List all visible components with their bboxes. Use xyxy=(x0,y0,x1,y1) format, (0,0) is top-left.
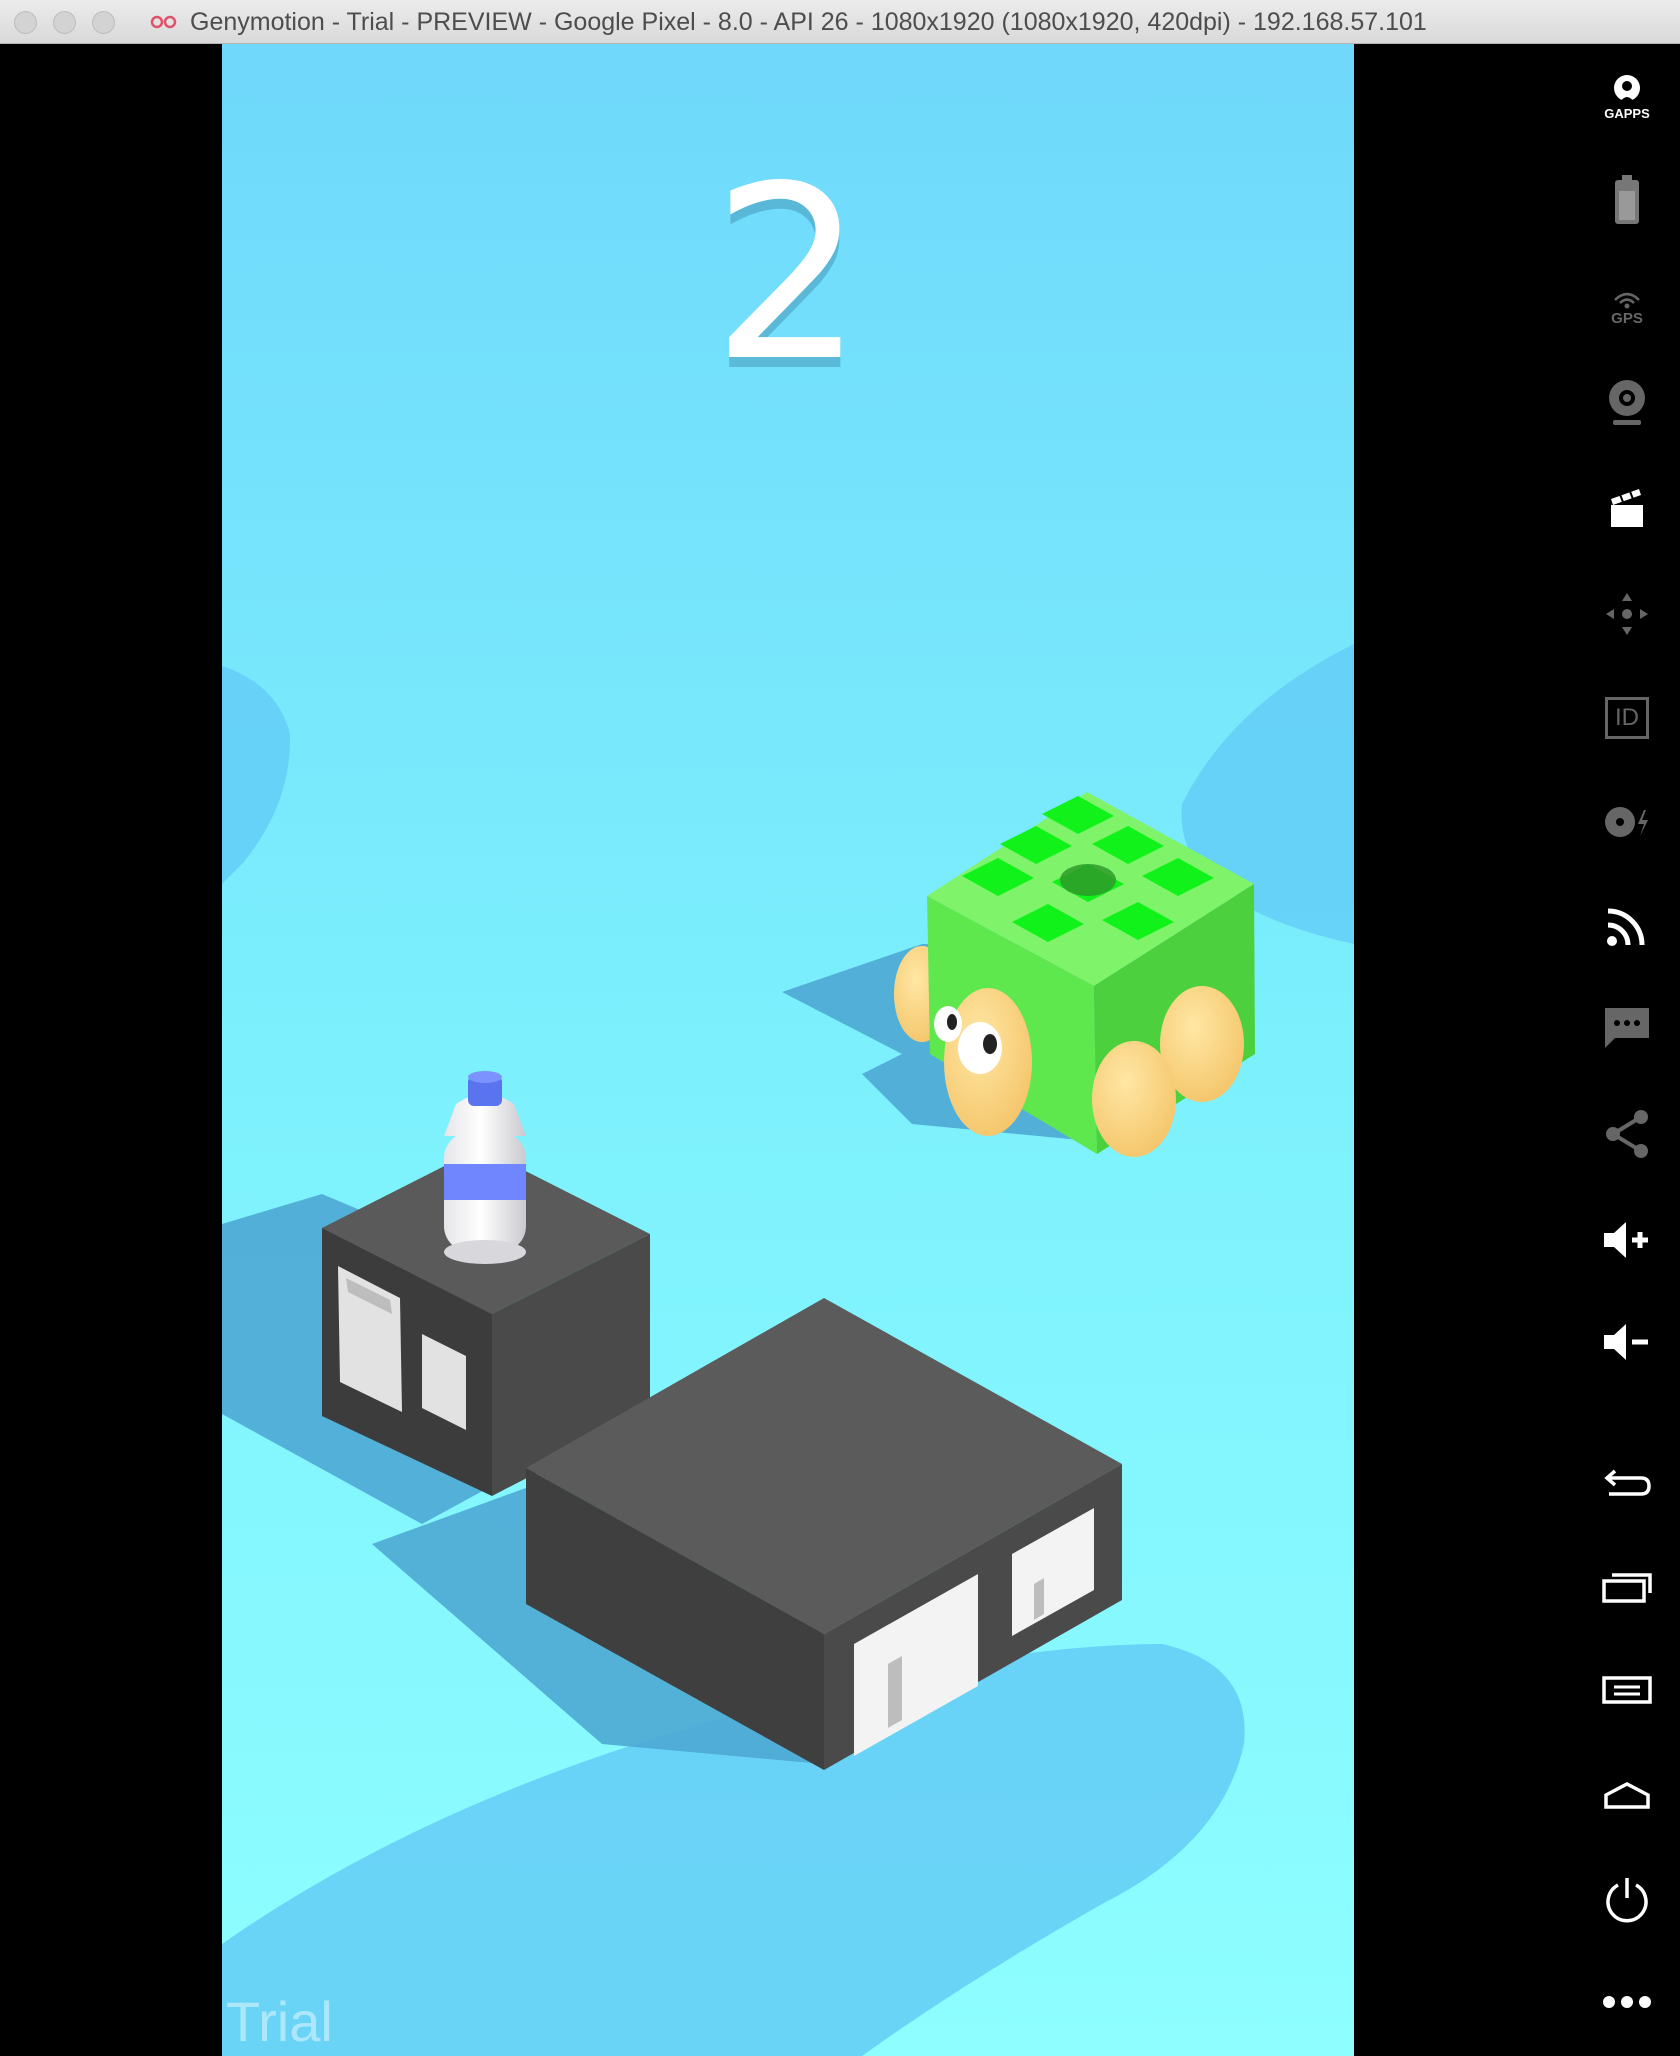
minimize-window-button[interactable] xyxy=(53,11,76,34)
window-title-bar: Genymotion - Trial - PREVIEW - Google Pi… xyxy=(0,0,1680,44)
volume-down-button[interactable] xyxy=(1577,1312,1677,1372)
power-button[interactable] xyxy=(1577,1870,1677,1930)
sms-icon xyxy=(1605,1008,1649,1048)
remote-control-icon xyxy=(1606,593,1648,635)
score-counter: 2 xyxy=(711,134,865,414)
screen-capture-button[interactable] xyxy=(1577,478,1677,538)
webcam-button[interactable] xyxy=(1577,372,1677,432)
game-viewport[interactable]: 2 Trial xyxy=(222,44,1354,2056)
genymotion-logo-icon xyxy=(150,15,177,29)
recent-apps-button[interactable] xyxy=(1577,1556,1677,1616)
power-icon xyxy=(1606,1878,1648,1923)
gapps-icon xyxy=(1614,74,1640,102)
more-button[interactable] xyxy=(1577,1972,1677,2032)
gapps-button[interactable]: GAPPS xyxy=(1577,62,1677,132)
gps-label: GPS xyxy=(1611,309,1643,327)
webcam-icon xyxy=(1609,380,1645,425)
turtle-pupil xyxy=(983,1034,997,1054)
share-icon xyxy=(1606,1110,1648,1158)
menu-button[interactable] xyxy=(1577,1660,1677,1720)
device-id-button[interactable]: ID xyxy=(1577,688,1677,748)
disk-io-icon xyxy=(1605,807,1648,837)
sms-button[interactable] xyxy=(1577,998,1677,1058)
back-icon xyxy=(1604,1469,1651,1496)
volume-down-icon xyxy=(1604,1324,1648,1360)
battery-icon xyxy=(1615,175,1639,224)
device-id-icon: ID xyxy=(1605,697,1649,739)
window-title: Genymotion - Trial - PREVIEW - Google Pi… xyxy=(190,8,1427,36)
trial-watermark: Trial xyxy=(226,1990,333,2053)
battery-button[interactable] xyxy=(1577,170,1677,230)
turtle-front-leg xyxy=(1092,1041,1176,1157)
gps-button[interactable]: GPS xyxy=(1577,278,1677,338)
share-button[interactable] xyxy=(1577,1104,1677,1164)
home-icon xyxy=(1604,1782,1650,1809)
remote-control-button[interactable] xyxy=(1577,584,1677,644)
volume-up-icon xyxy=(1604,1222,1648,1258)
back-button[interactable] xyxy=(1577,1452,1677,1512)
home-button[interactable] xyxy=(1577,1766,1677,1826)
volume-up-button[interactable] xyxy=(1577,1210,1677,1270)
disk-io-button[interactable] xyxy=(1577,792,1677,852)
gps-icon xyxy=(1614,292,1640,308)
network-icon xyxy=(1607,908,1645,946)
gapps-label: GAPPS xyxy=(1604,105,1650,121)
close-window-button[interactable] xyxy=(14,11,37,34)
network-button[interactable] xyxy=(1577,896,1677,956)
more-icon xyxy=(1603,1996,1651,2008)
zoom-window-button[interactable] xyxy=(92,11,115,34)
screen-capture-icon xyxy=(1611,488,1643,527)
recent-apps-icon xyxy=(1602,1573,1652,1603)
menu-icon xyxy=(1602,1676,1652,1704)
